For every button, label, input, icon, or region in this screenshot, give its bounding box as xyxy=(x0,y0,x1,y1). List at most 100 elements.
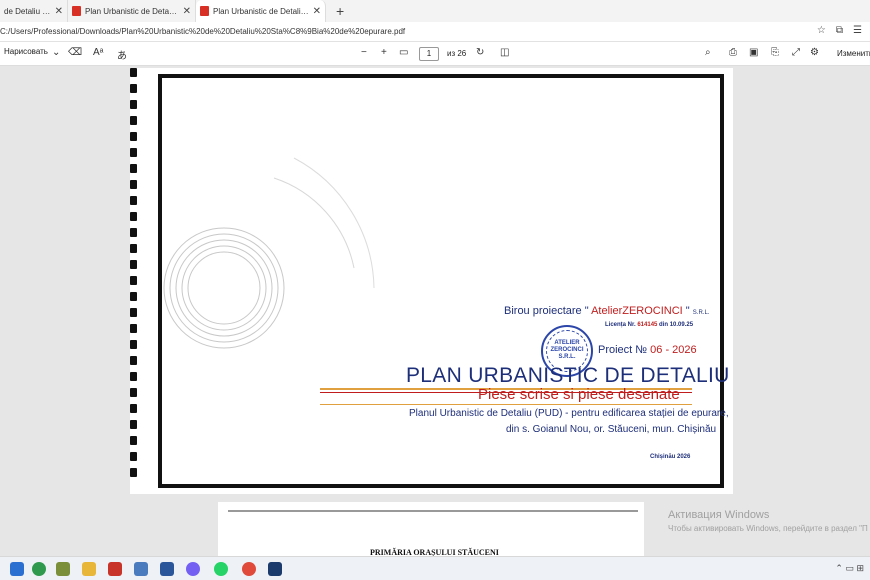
browser-icon[interactable] xyxy=(242,562,256,576)
viber-icon[interactable] xyxy=(186,562,200,576)
bureau-srl: S.R.L. xyxy=(692,310,710,316)
spiral-ring xyxy=(130,260,137,269)
save-as-icon[interactable]: ⎘ xyxy=(771,47,779,58)
page-heading: PRIMĂRIA ORAȘULUI STĂUCENI xyxy=(370,548,499,556)
whatsapp-icon[interactable] xyxy=(214,562,228,576)
spiral-ring xyxy=(130,292,137,301)
spiral-ring xyxy=(130,452,137,461)
bureau-suffix: " xyxy=(682,305,690,317)
zoom-out-icon[interactable]: − xyxy=(361,47,367,58)
page-header-band xyxy=(228,510,638,512)
save-icon[interactable]: ▣ xyxy=(749,47,758,58)
extensions-icon[interactable]: ⧉ xyxy=(836,25,843,36)
spiral-ring xyxy=(130,148,137,157)
folder-icon[interactable] xyxy=(82,562,96,576)
description-line: Planul Urbanistic de Detaliu (PUD) - pen… xyxy=(409,408,729,419)
spiral-ring xyxy=(130,356,137,365)
app-icon[interactable] xyxy=(268,562,282,576)
favorites-icon[interactable]: ☰ xyxy=(853,25,862,36)
license-date: din 10.09.25 xyxy=(657,322,694,328)
spiral-ring xyxy=(130,212,137,221)
spiral-ring xyxy=(130,68,137,77)
page-total: из 26 xyxy=(447,49,467,58)
stamp-line: ZEROCINCI xyxy=(550,347,584,353)
word-icon[interactable] xyxy=(160,562,174,576)
spiral-ring xyxy=(130,100,137,109)
translate-icon[interactable]: あ xyxy=(117,47,127,62)
spiral-ring xyxy=(130,244,137,253)
close-tab-icon[interactable]: ✕ xyxy=(313,6,321,17)
print-icon[interactable]: ⎙ xyxy=(729,47,737,58)
system-tray-icon[interactable]: ⌃ ▭ ⊞ xyxy=(835,563,864,574)
spiral-ring xyxy=(130,180,137,189)
pdf-viewer[interactable]: Birou proiectare " AtelierZEROCINCI " S.… xyxy=(0,66,870,556)
tab-2[interactable]: Plan Urbanistic de Detaliu Stația d ✕ xyxy=(68,0,196,22)
spiral-ring xyxy=(130,308,137,317)
new-tab-icon[interactable]: + xyxy=(336,3,344,19)
spiral-ring xyxy=(130,404,137,413)
gear-icon[interactable]: ⚙ xyxy=(810,47,819,58)
draw-button[interactable]: Нарисовать xyxy=(4,47,48,56)
url-text[interactable]: C:/Users/Professional/Downloads/Plan%20U… xyxy=(0,27,405,36)
faded-drawing-icon xyxy=(163,157,375,349)
spiral-ring xyxy=(130,132,137,141)
spiral-binding xyxy=(130,68,138,494)
spiral-ring xyxy=(130,228,137,237)
place-date: Chișinău 2026 xyxy=(650,454,691,460)
document-subtitle: Piese scrise si piese desenate xyxy=(478,386,680,403)
windows-activation-watermark: Активация Windows Чтобы активировать Win… xyxy=(668,509,868,533)
spiral-ring xyxy=(130,116,137,125)
close-tab-icon[interactable]: ✕ xyxy=(55,6,63,17)
spiral-ring xyxy=(130,420,137,429)
app-icon[interactable] xyxy=(56,562,70,576)
spiral-ring xyxy=(130,276,137,285)
pdf-page-2: PRIMĂRIA ORAȘULUI STĂUCENI xyxy=(218,502,644,556)
start-icon[interactable] xyxy=(10,562,24,576)
bureau-company: AtelierZEROCINCI xyxy=(591,305,683,317)
project-number: Proiect № 06 - 2026 xyxy=(598,344,697,356)
pdf-app-icon[interactable] xyxy=(108,562,122,576)
activation-message: Чтобы активировать Windows, перейдите в … xyxy=(668,524,868,533)
tab-3[interactable]: Plan Urbanistic de Detaliu Stația d ✕ xyxy=(196,0,326,22)
tab-label: Plan Urbanistic de Detaliu Stația d xyxy=(213,6,309,16)
description-line: din s. Goianul Nou, or. Stăuceni, mun. C… xyxy=(506,424,717,435)
project-code: 06 - 2026 xyxy=(650,344,697,356)
spiral-ring xyxy=(130,84,137,93)
fullscreen-icon[interactable]: ⤢ xyxy=(792,47,800,58)
spiral-ring xyxy=(130,436,137,445)
read-aloud-icon[interactable]: Aᵃ xyxy=(93,47,103,58)
stamp-line: S.R.L. xyxy=(558,354,576,360)
pdf-icon xyxy=(72,6,81,16)
tab-1[interactable]: de Detaliu Stația d ✕ xyxy=(0,0,68,22)
project-label: Proiect № xyxy=(598,344,651,356)
spiral-ring xyxy=(130,340,137,349)
spiral-ring xyxy=(130,372,137,381)
fit-page-icon[interactable]: ▭ xyxy=(399,47,408,58)
close-tab-icon[interactable]: ✕ xyxy=(183,6,191,17)
spiral-ring xyxy=(130,164,137,173)
bureau-name: Birou proiectare " AtelierZEROCINCI " S.… xyxy=(504,305,709,317)
notes-icon[interactable] xyxy=(134,562,148,576)
title-rule xyxy=(320,404,692,405)
rotate-icon[interactable]: ↻ xyxy=(476,47,484,58)
chrome-icon[interactable] xyxy=(32,562,46,576)
spiral-ring xyxy=(130,388,137,397)
page-view-icon[interactable]: ◫ xyxy=(500,47,509,58)
spiral-ring xyxy=(130,196,137,205)
license-prefix: Licența Nr. xyxy=(605,322,638,328)
activation-title: Активация Windows xyxy=(668,509,770,521)
chevron-down-icon[interactable]: ⌄ xyxy=(52,47,60,58)
page-number-input[interactable]: 1 xyxy=(419,47,439,61)
spiral-ring xyxy=(130,468,137,477)
zoom-in-icon[interactable]: + xyxy=(381,47,387,58)
stamp-line: ATELIER xyxy=(554,340,580,346)
eraser-icon[interactable]: ⌫ xyxy=(68,47,82,58)
address-bar: C:/Users/Professional/Downloads/Plan%20U… xyxy=(0,22,870,42)
license-number: 614145 xyxy=(637,322,658,328)
favorite-star-icon[interactable]: ☆ xyxy=(817,25,826,36)
edit-button[interactable]: Изменить xyxy=(837,49,870,58)
search-icon[interactable]: ⌕ xyxy=(705,47,711,58)
bureau-prefix: Birou proiectare " xyxy=(504,305,592,317)
spiral-ring xyxy=(130,324,137,333)
taskbar: ⌃ ▭ ⊞ xyxy=(0,556,870,580)
